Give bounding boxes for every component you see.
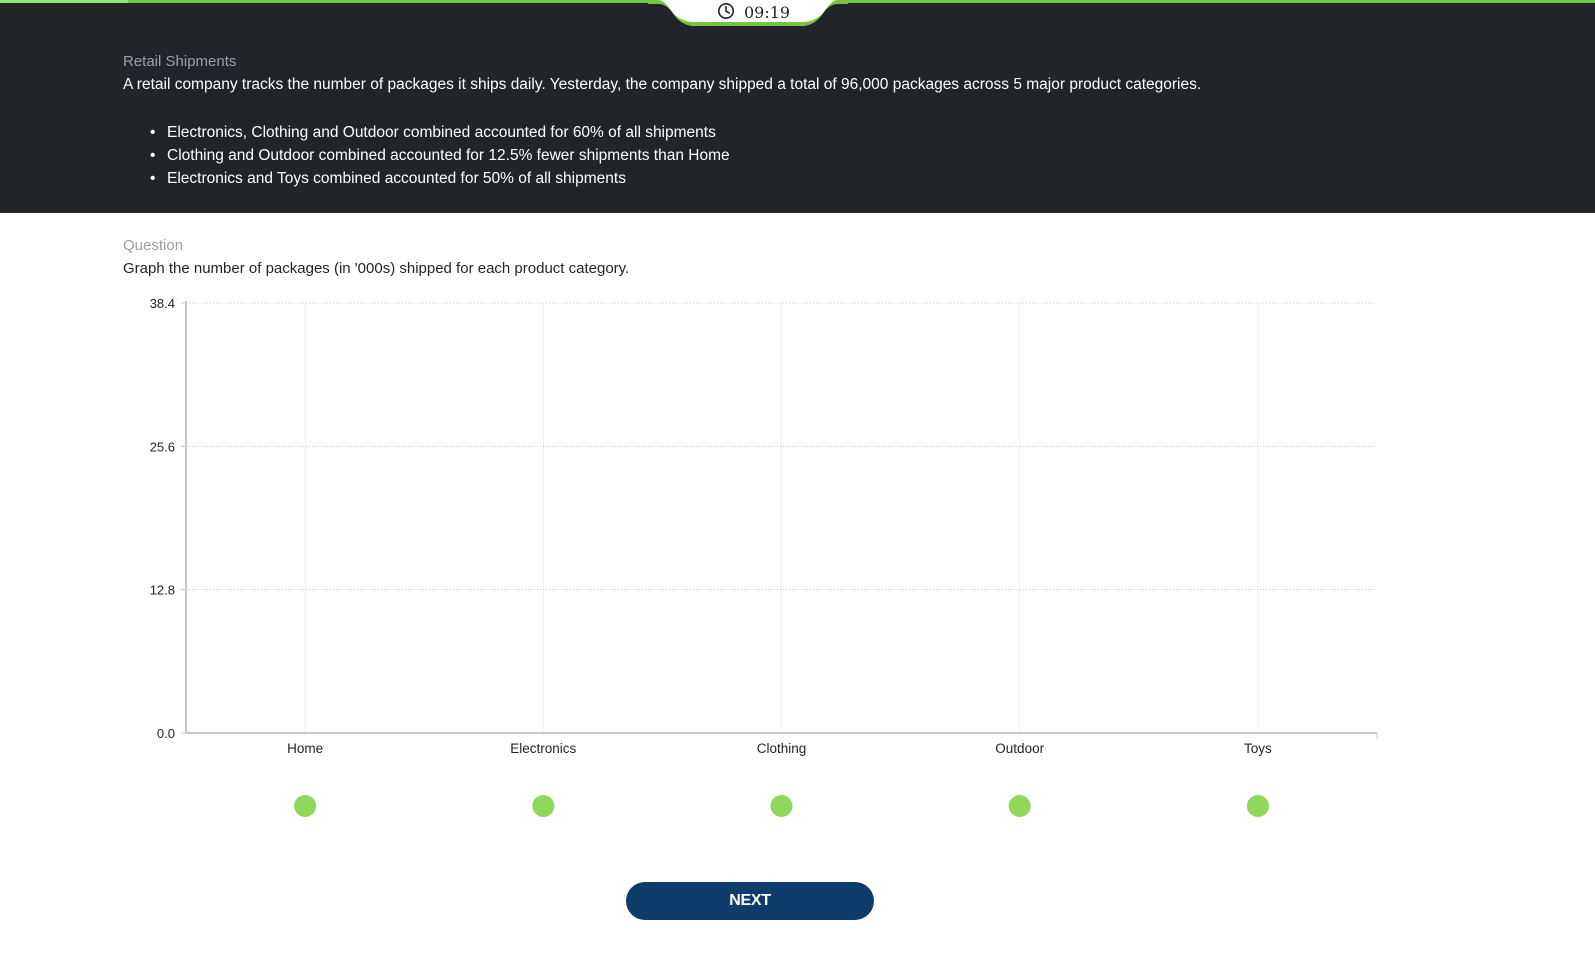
- bar-handles: [294, 795, 1269, 817]
- x-axis-labels: Home Electronics Clothing Outdoor Toys: [287, 741, 1272, 756]
- bar-handle-toys[interactable]: [1246, 795, 1269, 817]
- chart-axes: [181, 301, 1378, 739]
- bar-chart: 0.0 12.8 25.6 38.4 Home Electronics Clothing O…: [150, 296, 1378, 817]
- chart-grid: [186, 302, 1377, 733]
- x-tick-label: Outdoor: [995, 741, 1044, 756]
- y-tick-label: 38.4: [150, 296, 175, 311]
- next-button[interactable]: NEXT: [626, 882, 874, 920]
- y-tick-label: 25.6: [150, 439, 175, 454]
- y-tick-label: 0.0: [157, 726, 175, 741]
- bar-handle-outdoor[interactable]: [1008, 795, 1031, 817]
- bar-handle-electronics[interactable]: [532, 795, 555, 817]
- x-tick-label: Toys: [1244, 741, 1272, 756]
- bar-handle-home[interactable]: [294, 795, 317, 817]
- y-axis-labels: 0.0 12.8 25.6 38.4: [150, 296, 175, 741]
- y-tick-label: 12.8: [150, 583, 175, 598]
- bar-handle-clothing[interactable]: [770, 795, 793, 817]
- x-tick-label: Home: [287, 741, 323, 756]
- x-tick-label: Clothing: [757, 741, 807, 756]
- x-tick-label: Electronics: [510, 741, 576, 756]
